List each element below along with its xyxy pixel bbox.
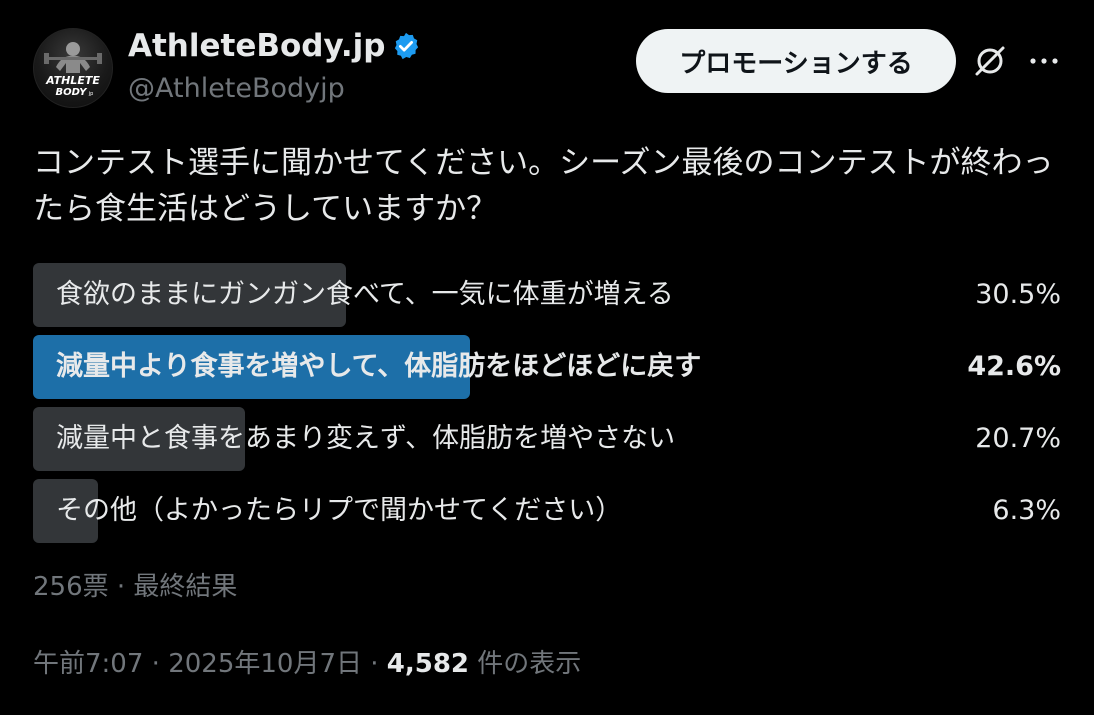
promote-button[interactable]: プロモーションする [636, 29, 956, 93]
poll-option-percent: 42.6% [967, 351, 1061, 382]
avatar-text-suffix: jp [88, 91, 94, 97]
verified-badge-icon [395, 32, 419, 60]
more-icon[interactable] [1028, 49, 1060, 73]
poll: 食欲のままにガンガン食べて、一気に体重が増える 30.5% 減量中より食事を増や… [33, 263, 1063, 551]
poll-option-label: 減量中より食事を増やして、体脂肪をほどほどに戻す [56, 351, 702, 382]
poll-option: 食欲のままにガンガン食べて、一気に体重が増える 30.5% [33, 263, 1063, 327]
athlete-logo-icon: ATHLETE BODY jp [44, 42, 102, 98]
separator: · [143, 649, 169, 679]
poll-option: その他（よかったらリプで聞かせてください） 6.3% [33, 479, 1063, 543]
poll-option-label: その他（よかったらリプで聞かせてください） [56, 495, 623, 526]
avatar-text-line1: ATHLETE [45, 74, 100, 87]
handle[interactable]: @AthleteBodyjp [128, 73, 345, 104]
poll-option-label: 減量中と食事をあまり変えず、体脂肪を増やさない [56, 423, 676, 454]
avatar-text-line2: BODY [56, 87, 89, 98]
post-text: コンテスト選手に聞かせてください。シーズン最後のコンテストが終わったら食生活はど… [33, 145, 1054, 227]
separator: · [361, 649, 387, 679]
avatar[interactable]: ATHLETE BODY jp [33, 28, 113, 108]
poll-option-percent: 20.7% [975, 423, 1061, 454]
poll-option-label: 食欲のままにガンガン食べて、一気に体重が増える [56, 279, 674, 310]
poll-option: 減量中より食事を増やして、体脂肪をほどほどに戻す 42.6% [33, 335, 1063, 399]
post-footer: 午前7:07 · 2025年10月7日 · 4,582 件の表示 [33, 643, 581, 680]
display-name[interactable]: AthleteBody.jp [128, 28, 421, 64]
post-date[interactable]: 2025年10月7日 [168, 649, 362, 679]
poll-option: 減量中と食事をあまり変えず、体脂肪を増やさない 20.7% [33, 407, 1063, 471]
post-time[interactable]: 午前7:07 [33, 649, 143, 679]
post-header: ATHLETE BODY jp AthleteBody.jp @AthleteB… [0, 0, 1094, 120]
poll-option-percent: 6.3% [992, 495, 1061, 526]
poll-option-percent: 30.5% [975, 279, 1061, 310]
views-label: 件の表示 [469, 649, 582, 679]
views-count[interactable]: 4,582 [387, 649, 469, 679]
display-name-text[interactable]: AthleteBody.jp [128, 28, 385, 64]
poll-meta: 256票 · 最終結果 [33, 572, 238, 602]
grok-icon[interactable] [972, 43, 1008, 79]
